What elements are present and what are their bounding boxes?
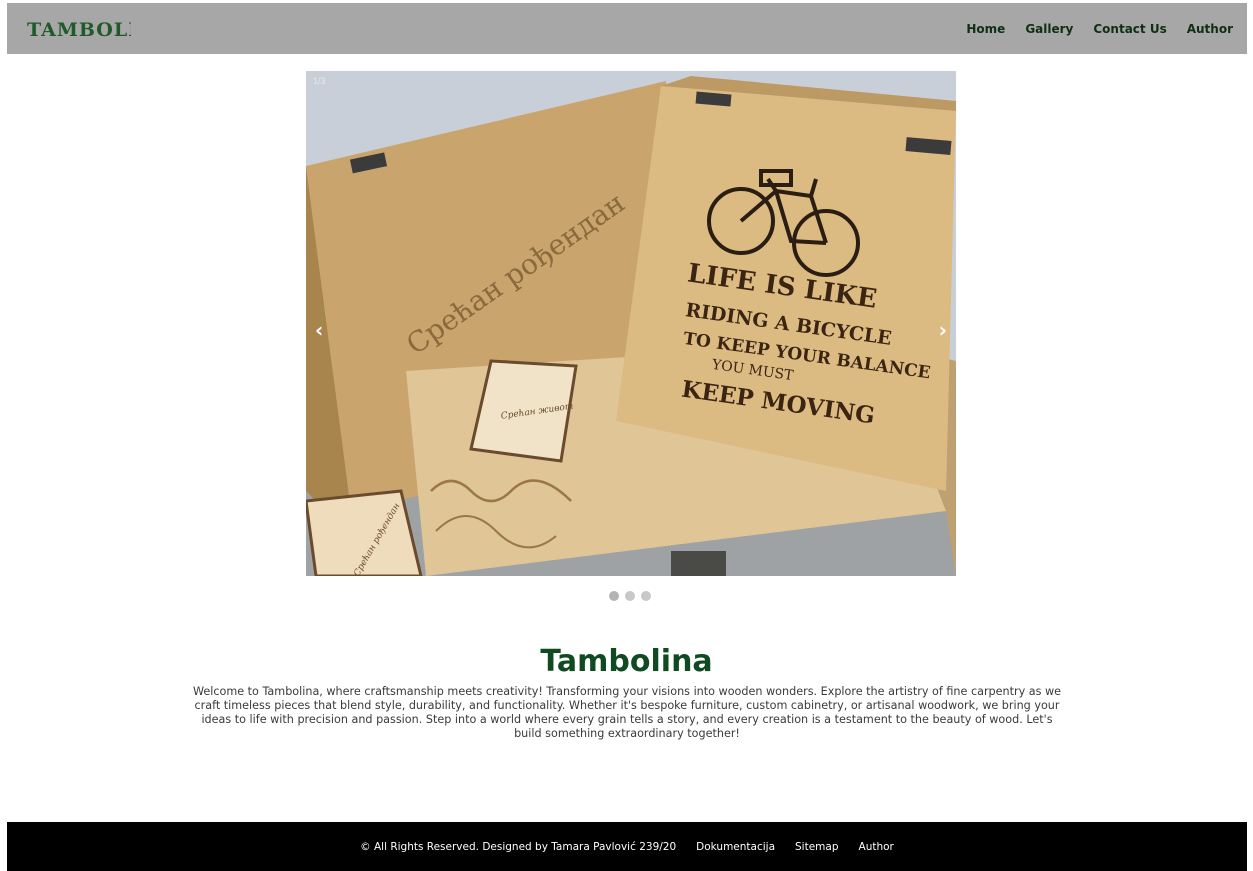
carousel-dot-1[interactable]	[609, 591, 619, 601]
carousel-dot-3[interactable]	[641, 591, 651, 601]
nav-home[interactable]: Home	[966, 22, 1005, 36]
logo-icon: TAMBOLINA	[27, 19, 131, 40]
footer: © All Rights Reserved. Designed by Tamar…	[7, 822, 1247, 871]
carousel-next-button[interactable]: ›	[939, 318, 947, 342]
image-carousel[interactable]: Срећан рођендан Срећан живот Срећан рође…	[306, 71, 956, 576]
footer-link-documentation[interactable]: Dokumentacija	[696, 841, 775, 853]
intro-text: Welcome to Tambolina, where craftsmanshi…	[192, 685, 1062, 740]
carousel-dots	[609, 591, 651, 601]
carousel-prev-button[interactable]: ‹	[315, 318, 323, 342]
page-title: Tambolina	[540, 644, 713, 679]
slide-counter: 1/3	[313, 76, 326, 86]
nav-contact[interactable]: Contact Us	[1093, 22, 1166, 36]
bottom-box-latch	[671, 551, 726, 576]
nav-gallery[interactable]: Gallery	[1025, 22, 1073, 36]
footer-link-author[interactable]: Author	[859, 841, 894, 853]
carousel-dot-2[interactable]	[625, 591, 635, 601]
nav-author[interactable]: Author	[1187, 22, 1233, 36]
logo-text: TAMBOLINA	[27, 19, 131, 40]
footer-copyright: © All Rights Reserved. Designed by Tamar…	[360, 840, 677, 853]
logo[interactable]: TAMBOLINA	[27, 18, 131, 40]
footer-link-sitemap[interactable]: Sitemap	[795, 841, 839, 853]
carousel-image: Срећан рођендан Срећан живот Срећан рође…	[306, 71, 956, 576]
main-nav: Home Gallery Contact Us Author	[966, 22, 1233, 36]
navbar: TAMBOLINA Home Gallery Contact Us Author	[7, 3, 1247, 54]
